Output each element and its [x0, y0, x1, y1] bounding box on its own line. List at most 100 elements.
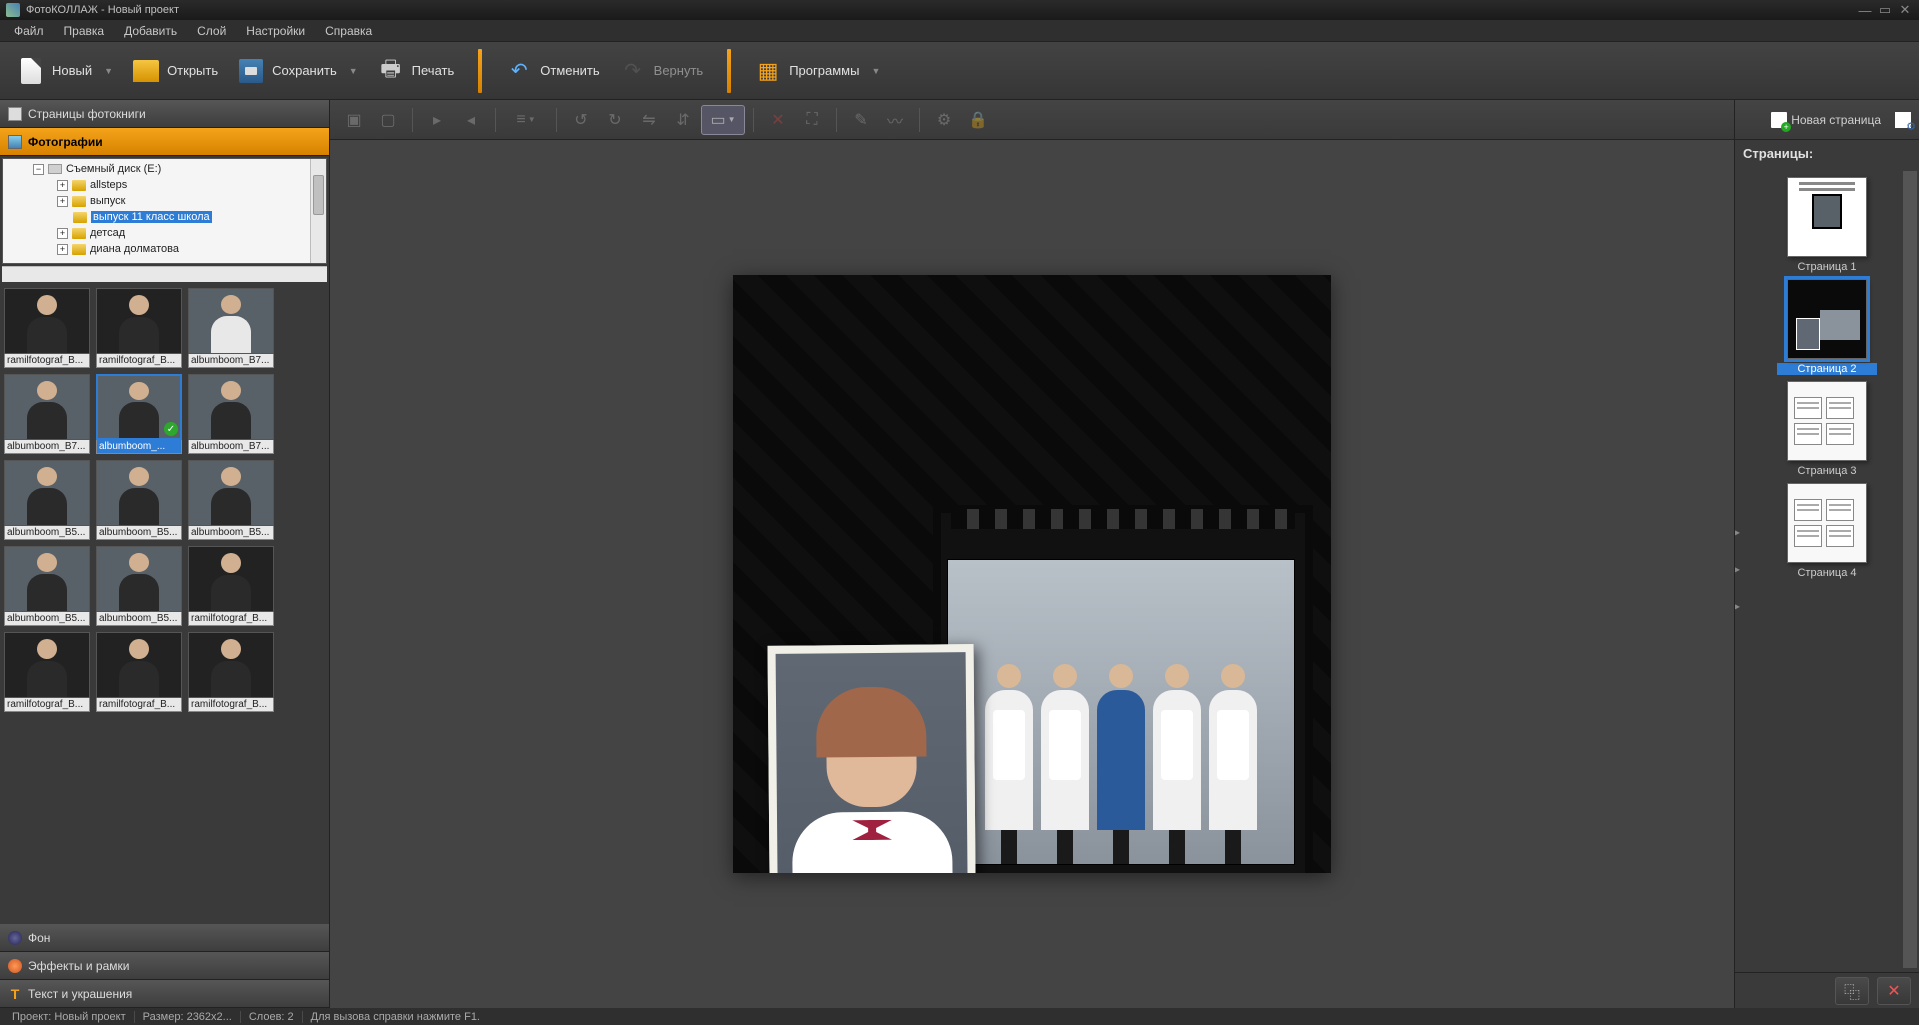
pages-scrollbar[interactable] — [1903, 171, 1917, 968]
menu-help[interactable]: Справка — [315, 21, 382, 41]
menu-add[interactable]: Добавить — [114, 21, 187, 41]
photo-thumb[interactable]: ramilfotograf_B... — [188, 632, 274, 712]
photo-thumb[interactable]: albumboom_B7... — [188, 374, 274, 454]
delete-page-button[interactable]: ✕ — [1877, 977, 1911, 1005]
folder-icon — [72, 180, 86, 191]
menu-settings[interactable]: Настройки — [236, 21, 315, 41]
menu-file[interactable]: Файл — [4, 21, 54, 41]
page-thumb-2[interactable]: Страница 2 — [1777, 279, 1877, 375]
minimize-button[interactable]: — — [1857, 3, 1873, 17]
portrait-photo[interactable] — [768, 644, 977, 873]
photo-thumb[interactable]: ✓albumboom_... — [96, 374, 182, 454]
canvas-toolbar: ▣ ▢ ▸ ◂ ≡▼ ↺ ↻ ⇋ ⇵ ▭▼ ✕ ⛶ ✎ 〰 ⚙ 🔒 — [330, 100, 1734, 140]
curves-button[interactable]: 〰 — [879, 105, 911, 135]
tree-node-folder-selected[interactable]: выпуск 11 класс школа — [3, 209, 326, 225]
new-page-button[interactable]: Новая страница — [1765, 105, 1887, 135]
photo-thumb[interactable]: albumboom_B7... — [188, 288, 274, 368]
thumb-label: albumboom_... — [96, 440, 182, 454]
dropdown-icon[interactable]: ▼ — [871, 66, 880, 76]
expand-icon[interactable]: ▸ — [1735, 601, 1740, 612]
folder-tree[interactable]: − Съемный диск (E:) + allsteps + выпуск … — [2, 158, 327, 264]
save-button[interactable]: Сохранить ▼ — [228, 52, 368, 90]
statusbar: Проект: Новый проект Размер: 2362x2... С… — [0, 1008, 1919, 1025]
left-panel: Страницы фотокниги Фотографии − Съемный … — [0, 100, 330, 1008]
tree-hscrollbar[interactable] — [2, 266, 327, 282]
layer-back-button[interactable]: ▢ — [372, 105, 404, 135]
status-size: Размер: 2362x2... — [135, 1011, 241, 1023]
photo-thumb[interactable]: albumboom_B5... — [188, 460, 274, 540]
dropdown-icon[interactable]: ▼ — [104, 66, 113, 76]
tree-node-folder[interactable]: + allsteps — [3, 177, 326, 193]
tree-node-drive[interactable]: − Съемный диск (E:) — [3, 161, 326, 177]
photo-thumb[interactable]: albumboom_B7... — [4, 374, 90, 454]
section-text[interactable]: T Текст и украшения — [0, 980, 329, 1008]
maximize-button[interactable]: ▭ — [1877, 3, 1893, 17]
photo-thumb[interactable]: albumboom_B5... — [4, 546, 90, 626]
tree-node-folder[interactable]: + детсад — [3, 225, 326, 241]
page-thumb-1[interactable]: Страница 1 — [1777, 177, 1877, 273]
photo-thumb[interactable]: ramilfotograf_B... — [96, 288, 182, 368]
thumb-image: ✓ — [96, 374, 182, 440]
programs-button[interactable]: ▦ Программы ▼ — [745, 52, 890, 90]
photo-thumb[interactable]: albumboom_B5... — [4, 460, 90, 540]
layer-down-button[interactable]: ◂ — [455, 105, 487, 135]
window-title: ФотоКОЛЛАЖ - Новый проект — [26, 4, 179, 16]
brush-button[interactable]: ✎ — [845, 105, 877, 135]
photo-thumb[interactable]: albumboom_B5... — [96, 546, 182, 626]
tree-node-folder[interactable]: + выпуск — [3, 193, 326, 209]
group-photo[interactable] — [947, 559, 1295, 865]
delete-button[interactable]: ✕ — [762, 105, 794, 135]
dropdown-icon[interactable]: ▼ — [349, 66, 358, 76]
section-pages[interactable]: Страницы фотокниги — [0, 100, 329, 128]
save-icon — [239, 59, 263, 83]
section-background[interactable]: Фон — [0, 924, 329, 952]
frame-button[interactable]: ▭▼ — [701, 105, 745, 135]
menubar: Файл Правка Добавить Слой Настройки Спра… — [0, 20, 1919, 42]
new-project-button[interactable]: Новый ▼ — [8, 52, 123, 90]
expand-icon[interactable]: ▸ — [1735, 564, 1740, 575]
layer-front-button[interactable]: ▣ — [338, 105, 370, 135]
menu-edit[interactable]: Правка — [54, 21, 115, 41]
print-button[interactable]: 🖶 Печать — [368, 52, 465, 90]
photo-thumb[interactable]: ramilfotograf_B... — [4, 632, 90, 712]
drive-icon — [48, 164, 62, 174]
crop-button[interactable]: ⛶ — [796, 105, 828, 135]
photo-thumb[interactable]: albumboom_B5... — [96, 460, 182, 540]
open-button[interactable]: Открыть — [123, 52, 228, 90]
thumb-label: albumboom_B5... — [188, 526, 274, 540]
flip-v-button[interactable]: ⇵ — [667, 105, 699, 135]
align-button[interactable]: ≡▼ — [504, 105, 548, 135]
thumb-label: albumboom_B5... — [4, 612, 90, 626]
redo-button[interactable]: ↷ Вернуть — [610, 52, 714, 90]
thumb-image — [4, 632, 90, 698]
page-thumb-4[interactable]: Страница 4 — [1777, 483, 1877, 579]
undo-button[interactable]: ↶ Отменить — [496, 52, 609, 90]
expand-icon[interactable]: + — [57, 196, 68, 207]
page-settings-button[interactable] — [1891, 105, 1915, 135]
canvas-viewport[interactable] — [330, 140, 1734, 1008]
expand-icon[interactable]: + — [57, 228, 68, 239]
photo-thumb[interactable]: ramilfotograf_B... — [188, 546, 274, 626]
gear-button[interactable]: ⚙ — [928, 105, 960, 135]
rotate-right-button[interactable]: ↻ — [599, 105, 631, 135]
toolbar-separator — [478, 49, 482, 93]
layer-up-button[interactable]: ▸ — [421, 105, 453, 135]
close-button[interactable]: ✕ — [1897, 3, 1913, 17]
tree-node-folder[interactable]: + диана долматова — [3, 241, 326, 257]
tree-scrollbar[interactable] — [310, 159, 326, 263]
collapse-icon[interactable]: − — [33, 164, 44, 175]
photo-thumb[interactable]: ramilfotograf_B... — [96, 632, 182, 712]
flip-h-button[interactable]: ⇋ — [633, 105, 665, 135]
rotate-left-button[interactable]: ↺ — [565, 105, 597, 135]
expand-icon[interactable]: + — [57, 244, 68, 255]
lock-button[interactable]: 🔒 — [962, 105, 994, 135]
section-effects[interactable]: Эффекты и рамки — [0, 952, 329, 980]
page-thumb-3[interactable]: Страница 3 — [1777, 381, 1877, 477]
expand-icon[interactable]: ▸ — [1735, 527, 1740, 538]
duplicate-page-button[interactable]: ⿻ — [1835, 977, 1869, 1005]
section-photos[interactable]: Фотографии — [0, 128, 329, 156]
menu-layer[interactable]: Слой — [187, 21, 236, 41]
expand-icon[interactable]: + — [57, 180, 68, 191]
canvas-page[interactable] — [733, 275, 1331, 873]
photo-thumb[interactable]: ramilfotograf_B... — [4, 288, 90, 368]
